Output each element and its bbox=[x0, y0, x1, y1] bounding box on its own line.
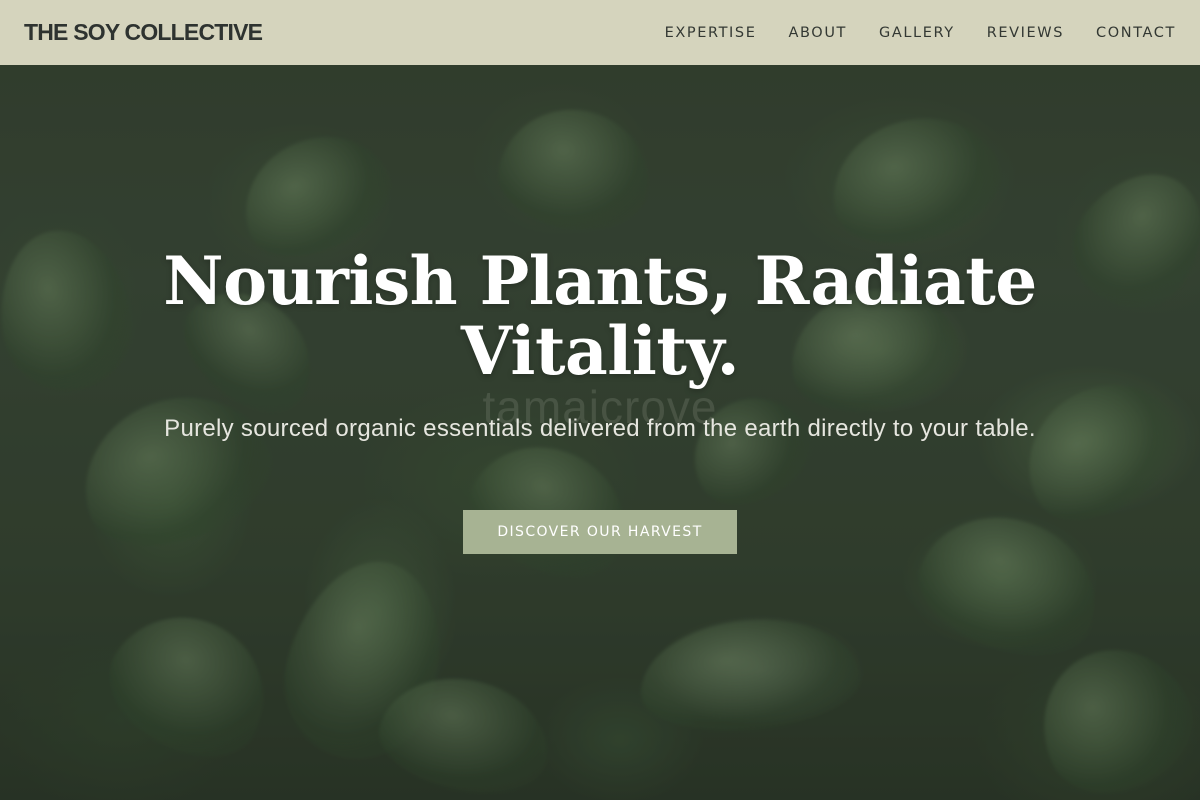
nav-link-about[interactable]: ABOUT bbox=[789, 25, 848, 41]
discover-harvest-button[interactable]: DISCOVER OUR HARVEST bbox=[463, 510, 737, 554]
hero-section: Nourish Plants, Radiate Vitality. tamaic… bbox=[0, 0, 1200, 800]
nav-link-contact[interactable]: CONTACT bbox=[1096, 25, 1176, 41]
brand-logo-text[interactable]: THE SOY COLLECTIVE bbox=[24, 19, 263, 46]
top-navbar: THE SOY COLLECTIVE EXPERTISE ABOUT GALLE… bbox=[0, 0, 1200, 65]
hero-title: Nourish Plants, Radiate Vitality. bbox=[163, 242, 1037, 390]
hero-subtitle: Purely sourced organic essentials delive… bbox=[164, 415, 1036, 442]
nav-link-gallery[interactable]: GALLERY bbox=[879, 25, 955, 41]
nav-link-reviews[interactable]: REVIEWS bbox=[987, 25, 1064, 41]
landing-page: THE SOY COLLECTIVE EXPERTISE ABOUT GALLE… bbox=[0, 0, 1200, 800]
nav-link-expertise[interactable]: EXPERTISE bbox=[665, 25, 757, 41]
main-nav: EXPERTISE ABOUT GALLERY REVIEWS CONTACT bbox=[665, 25, 1176, 41]
